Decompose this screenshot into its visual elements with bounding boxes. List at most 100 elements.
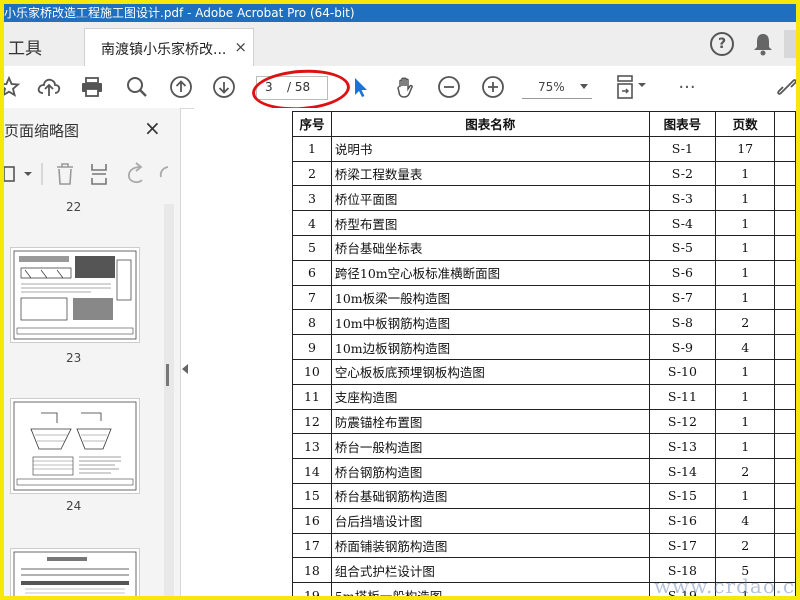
tab-document-label: 南渡镇小乐家桥改... (101, 42, 227, 58)
page-count-cell: 1 (715, 433, 776, 460)
page-count-cell: 17 (715, 135, 776, 162)
drawing-code-cell: S-14 (648, 458, 717, 484)
search-icon[interactable] (124, 74, 150, 100)
empty-cell (774, 433, 796, 460)
drawing-name-cell: 台后挡墙设计图 (330, 507, 650, 534)
print-icon[interactable] (79, 74, 105, 100)
page-count-cell: 1 (715, 383, 776, 410)
page-thumbnail[interactable] (10, 398, 140, 494)
zoom-level-value: 75% (538, 80, 565, 94)
sidebar-title: 页面缩略图 (4, 122, 80, 140)
drawing-name-cell: 10m板梁一般构造图 (330, 284, 650, 311)
link-icon[interactable] (774, 74, 796, 100)
drawing-code-cell: S-15 (648, 482, 717, 509)
scrollbar-thumb[interactable] (166, 364, 169, 386)
page-count-cell: 1 (715, 259, 776, 286)
drawing-code-cell: S-4 (648, 210, 717, 236)
page-count-cell: 4 (715, 507, 776, 534)
row-number-cell: 17 (292, 532, 332, 559)
drawing-name-cell: 桥面铺装钢筋构造图 (330, 532, 650, 559)
sidebar-toolbar (4, 158, 174, 190)
rotate-left-icon[interactable] (127, 162, 143, 184)
drawing-name-cell: 桥台基础钢筋构造图 (330, 482, 650, 509)
previous-page-icon[interactable] (168, 74, 194, 100)
table-row: 13 桥台一般构造图 S-13 1 (292, 433, 796, 460)
tab-bar: 工具 南渡镇小乐家桥改... × ? (4, 22, 796, 67)
drawing-name-cell: 跨径10m空心板标准横断面图 (330, 259, 650, 286)
more-tools-icon[interactable]: ··· (674, 74, 700, 100)
drawing-code-cell: S-17 (648, 532, 717, 559)
row-number-cell: 9 (292, 334, 332, 360)
drawing-code-cell: S-8 (648, 309, 717, 336)
empty-cell (774, 507, 796, 534)
select-cursor-icon[interactable] (348, 74, 374, 100)
page-count-cell: 2 (715, 458, 776, 484)
row-number-cell: 2 (292, 160, 332, 187)
drawing-code-cell: S-2 (648, 160, 717, 187)
row-number-cell: 4 (292, 210, 332, 236)
row-number-cell: 19 (292, 582, 332, 596)
help-icon[interactable]: ? (710, 32, 734, 56)
row-number-cell: 14 (292, 458, 332, 484)
extract-page-icon[interactable] (91, 164, 107, 185)
page-thumbnail[interactable] (10, 247, 140, 343)
drawing-name-cell: 桥型布置图 (330, 210, 650, 236)
page-count-cell: 1 (715, 185, 776, 212)
notification-bell-icon[interactable] (752, 32, 774, 56)
rotate-right-icon[interactable] (159, 166, 169, 178)
page-thumbnail[interactable] (10, 548, 140, 596)
drawing-name-cell: 桥台钢筋构造图 (330, 458, 650, 484)
zoom-out-icon[interactable] (436, 74, 462, 100)
row-number-cell: 18 (292, 557, 332, 584)
table-row: 9 10m边板钢筋构造图 S-9 4 (292, 334, 796, 360)
table-row: 12 防震锚栓布置图 S-12 1 (292, 408, 796, 435)
tab-document[interactable]: 南渡镇小乐家桥改... × (84, 28, 254, 67)
title-bar: 小乐家桥改造工程施工图设计.pdf - Adobe Acrobat Pro (6… (4, 4, 796, 22)
next-page-icon[interactable] (211, 74, 237, 100)
page-count-cell: 4 (715, 334, 776, 360)
drawing-code-cell: S-16 (648, 507, 717, 534)
column-header: 图表号 (648, 111, 717, 137)
row-number-cell: 7 (292, 284, 332, 311)
bookmark-star-icon[interactable] (4, 74, 22, 100)
delete-page-icon[interactable] (57, 163, 73, 185)
tab-tools[interactable]: 工具 (8, 34, 42, 59)
table-row: 14 桥台钢筋构造图 S-14 2 (292, 458, 796, 484)
row-number-cell: 3 (292, 185, 332, 212)
empty-cell (774, 334, 796, 360)
hand-tool-icon[interactable] (392, 74, 418, 100)
table-row: 1 说明书 S-1 17 (292, 135, 796, 162)
drawing-name-cell: 5m搭板一般构造图 (330, 582, 650, 596)
row-number-cell: 11 (292, 383, 332, 410)
page-fit-icon[interactable] (614, 74, 648, 100)
drawing-name-cell: 桥台一般构造图 (330, 433, 650, 460)
drawing-code-cell: S-7 (648, 284, 717, 311)
empty-cell (774, 234, 796, 261)
tabbar-edge (784, 30, 796, 58)
sidebar-close-icon[interactable]: × (144, 116, 161, 140)
thumbnail-page-number: 22 (66, 200, 82, 214)
empty-cell (774, 309, 796, 336)
drawing-code-cell: S-5 (648, 234, 717, 261)
empty-cell (774, 160, 796, 187)
empty-cell (774, 383, 796, 410)
column-header: 序号 (292, 111, 332, 137)
column-header: 页数 (715, 111, 776, 137)
drawing-name-cell: 防震锚栓布置图 (330, 408, 650, 435)
collapse-sidebar-icon[interactable] (182, 364, 188, 374)
drawing-code-cell: S-13 (648, 433, 717, 460)
page-count-cell: 1 (715, 234, 776, 261)
zoom-in-icon[interactable] (480, 74, 506, 100)
tab-close-icon[interactable]: × (234, 38, 247, 56)
row-number-cell: 1 (292, 135, 332, 162)
upload-cloud-icon[interactable] (36, 74, 62, 100)
empty-cell (774, 185, 796, 212)
sidebar-scrollbar[interactable] (164, 204, 174, 596)
row-number-cell: 12 (292, 408, 332, 435)
page-options-icon[interactable] (4, 166, 32, 182)
empty-cell (774, 532, 796, 559)
table-row: 15 桥台基础钢筋构造图 S-15 1 (292, 482, 796, 509)
zoom-level-dropdown[interactable]: 75% (522, 76, 592, 99)
empty-cell (774, 408, 796, 435)
thumbnail-list: 22 23 24 (4, 194, 164, 596)
